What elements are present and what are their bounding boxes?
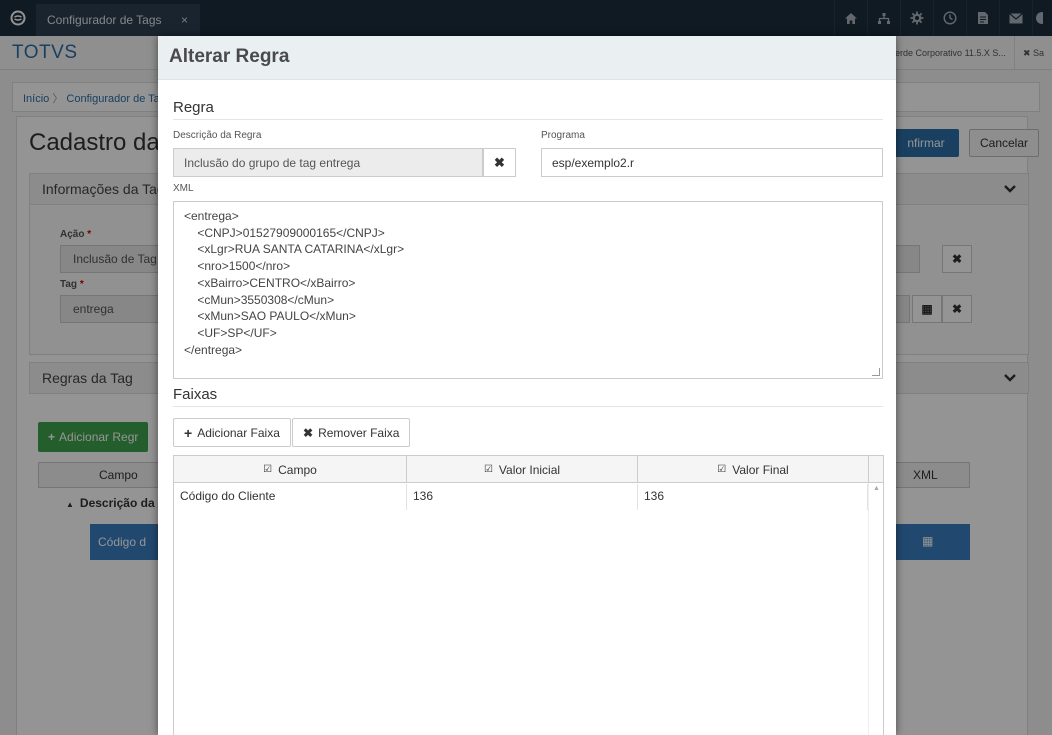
cell-valor-final[interactable]: 136 xyxy=(638,484,868,510)
remove-faixa-label: Remover Faixa xyxy=(318,425,400,440)
table-row[interactable]: Código do Cliente 136 136 xyxy=(174,484,868,510)
descricao-label: Descrição da Regra xyxy=(173,130,262,141)
grid-scrollbar[interactable]: ▲ xyxy=(868,483,883,735)
scroll-up-icon[interactable]: ▲ xyxy=(873,485,880,492)
close-icon: ✖ xyxy=(303,425,314,440)
clear-descricao-button[interactable]: ✖ xyxy=(483,148,516,177)
cell-campo[interactable]: Código do Cliente xyxy=(174,484,407,510)
edit-icon: ☑ xyxy=(263,464,273,475)
cell-valor-inicial[interactable]: 136 xyxy=(407,484,638,510)
dialog-title: Alterar Regra xyxy=(158,36,896,80)
col-valor-final[interactable]: ☑ Valor Final xyxy=(638,456,869,483)
col-valor-inicial[interactable]: ☑ Valor Inicial xyxy=(407,456,638,483)
remove-faixa-button[interactable]: ✖ Remover Faixa xyxy=(292,418,411,447)
plus-icon: + xyxy=(184,424,193,441)
col-campo[interactable]: ☑ Campo xyxy=(174,456,407,483)
xml-textarea[interactable]: <entrega> <CNPJ>01527909000165</CNPJ> <x… xyxy=(173,201,883,379)
header-spacer xyxy=(869,456,883,483)
alterar-regra-dialog: Alterar Regra Regra Descrição da Regra I… xyxy=(158,36,896,735)
add-faixa-label: Adicionar Faixa xyxy=(197,425,280,440)
faixas-grid-header: ☑ Campo ☑ Valor Inicial ☑ Valor Final xyxy=(174,456,883,483)
section-regra-title: Regra xyxy=(173,99,883,120)
programa-label: Programa xyxy=(541,130,585,141)
descricao-field[interactable]: Inclusão do grupo de tag entrega xyxy=(173,148,483,177)
close-icon: ✖ xyxy=(494,154,505,170)
programa-input[interactable]: esp/exemplo2.r xyxy=(541,148,883,177)
faixas-grid: ☑ Campo ☑ Valor Inicial ☑ Valor Final Có… xyxy=(173,455,884,735)
edit-icon: ☑ xyxy=(717,464,727,475)
resize-handle[interactable] xyxy=(872,368,880,376)
edit-icon: ☑ xyxy=(483,464,493,475)
add-faixa-button[interactable]: + Adicionar Faixa xyxy=(173,418,291,447)
xml-label: XML xyxy=(173,183,194,194)
section-faixas-title: Faixas xyxy=(173,386,883,407)
